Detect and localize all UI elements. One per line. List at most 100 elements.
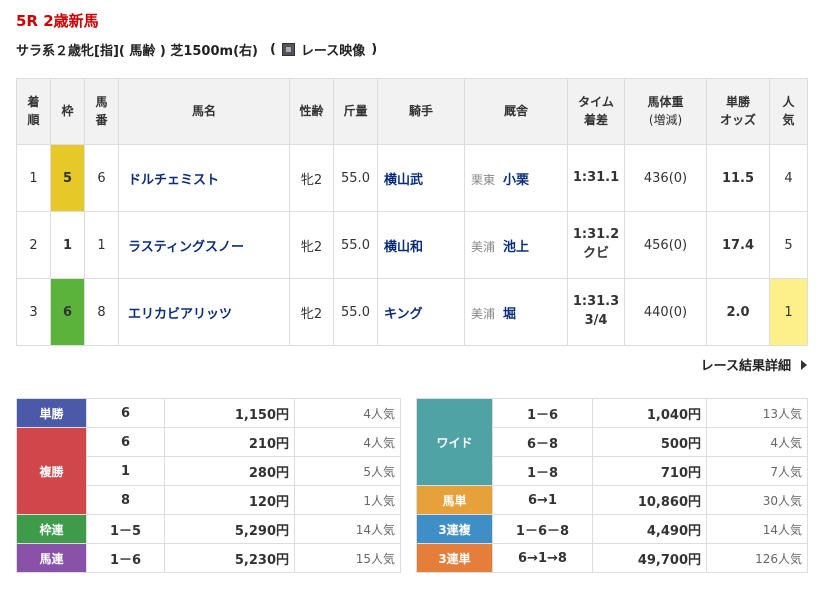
horse-name-link[interactable]: エリカビアリッツ	[128, 307, 232, 322]
payout-row: 3連複 1－6－8 4,490円 14人気	[416, 514, 808, 544]
payout-popularity: 5人気	[294, 456, 401, 486]
payout-row: ワイド 1－6 1,040円 13人気	[416, 398, 808, 486]
horse-name-cell: エリカビアリッツ	[118, 278, 290, 346]
body-weight: 436(0)	[624, 144, 707, 212]
payout-row: 単勝 6 1,150円 4人気	[16, 398, 401, 428]
payout-popularity: 4人気	[294, 427, 401, 457]
payout-row: 馬単 6→1 10,860円 30人気	[416, 485, 808, 515]
payout-popularity: 4人気	[294, 398, 401, 428]
payout-combo: 1	[86, 456, 165, 486]
body-weight: 456(0)	[624, 211, 707, 279]
payout-amount: 210円	[164, 427, 295, 457]
payout-type-wide: ワイド	[416, 398, 493, 486]
payout-type-wakuren: 枠連	[16, 514, 87, 544]
payout-popularity: 14人気	[294, 514, 401, 544]
header-sex-age: 性齢	[289, 78, 334, 145]
jockey-link[interactable]: キング	[384, 307, 423, 322]
paren-open: (	[269, 42, 276, 57]
sex-age: 牝2	[289, 278, 334, 346]
payout-amount: 710円	[592, 456, 707, 486]
payout-type-umaren: 馬連	[16, 543, 87, 573]
header-body-weight: 馬体重 (増減)	[624, 78, 707, 145]
header-umaban: 馬番	[84, 78, 119, 145]
umaban: 8	[84, 278, 119, 346]
payout-amount: 1,150円	[164, 398, 295, 428]
payout-type-sanrenpuku: 3連複	[416, 514, 493, 544]
jockey-link[interactable]: 横山和	[384, 240, 423, 255]
rank: 3	[16, 278, 51, 346]
payout-popularity: 15人気	[294, 543, 401, 573]
time-cell: 1:31.2 クビ	[567, 211, 625, 279]
header-rank: 着順	[16, 78, 51, 145]
jockey-cell: キング	[377, 278, 465, 346]
trainer-cell: 栗東 小栗	[464, 144, 568, 212]
win-odds: 17.4	[706, 211, 770, 279]
waku-badge: 5	[50, 144, 85, 212]
paren-close: )	[371, 42, 378, 57]
payout-combo: 1－6	[492, 398, 593, 428]
race-conditions-line: サラ系２歳牝[指]( 馬齢 ) 芝1500m(右) ( レース映像 )	[16, 40, 377, 59]
payout-amount: 1,040円	[592, 398, 707, 428]
payout-amount: 5,290円	[164, 514, 295, 544]
payout-amount: 5,230円	[164, 543, 295, 573]
time-cell: 1:31.3 3/4	[567, 278, 625, 346]
time-cell: 1:31.1	[567, 144, 625, 212]
payout-popularity: 7人気	[706, 456, 808, 486]
result-row: 3 6 8 エリカビアリッツ 牝2 55.0 キング 美浦堀 1:31.3 3/4…	[16, 278, 808, 346]
video-icon	[281, 43, 295, 56]
horse-name-link[interactable]: ドルチェミスト	[128, 173, 219, 188]
payout-row: 3連単 6→1→8 49,700円 126人気	[416, 543, 808, 573]
payout-table-left: 単勝 6 1,150円 4人気 複勝 6 210円 4人気 1 280円 5人気…	[16, 398, 401, 573]
payout-type-sanrentan: 3連単	[416, 543, 493, 573]
payout-combo: 6	[86, 398, 165, 428]
trainer-link[interactable]: 小栗	[503, 173, 529, 188]
finish-time: 1:31.2	[572, 227, 620, 243]
horse-name-cell: ドルチェミスト	[118, 144, 290, 212]
payout-combo: 1－5	[86, 514, 165, 544]
payout-type-tansho: 単勝	[16, 398, 87, 428]
finish-time: 1:31.1	[572, 169, 620, 185]
race-video-link[interactable]: レース映像	[281, 40, 366, 59]
payout-popularity: 1人気	[294, 485, 401, 515]
win-odds: 2.0	[706, 278, 770, 346]
finish-time: 1:31.3	[572, 294, 620, 310]
sex-age: 牝2	[289, 144, 334, 212]
trainer-link[interactable]: 池上	[503, 240, 529, 255]
payout-amount: 49,700円	[592, 543, 707, 573]
popularity: 5	[769, 211, 808, 279]
trainer-area: 美浦	[471, 239, 496, 254]
results-table: 着順 枠 馬番 馬名 性齢 斤量 騎手 厩舎 タイム 着差 馬体重 (増減) 単勝オ…	[16, 78, 808, 346]
results-header-row: 着順 枠 馬番 馬名 性齢 斤量 騎手 厩舎 タイム 着差 馬体重 (増減) 単勝オ…	[16, 78, 808, 145]
header-time: タイム 着差	[567, 78, 625, 145]
payout-popularity: 4人気	[706, 427, 808, 457]
payout-popularity: 30人気	[706, 485, 808, 515]
waku-badge: 1	[50, 211, 85, 279]
payout-row: 複勝 6 210円 4人気	[16, 427, 401, 515]
race-detail-link[interactable]: レース結果詳細	[701, 355, 807, 374]
payout-combo: 6→1→8	[492, 543, 593, 573]
umaban: 1	[84, 211, 119, 279]
jockey-link[interactable]: 横山武	[384, 173, 423, 188]
race-title: 5R 2歳新馬	[16, 12, 99, 30]
payout-combo: 6－8	[492, 427, 593, 457]
horse-name-cell: ラスティングスノー	[118, 211, 290, 279]
weight-carried: 55.0	[333, 278, 378, 346]
weight-carried: 55.0	[333, 211, 378, 279]
result-row: 2 1 1 ラスティングスノー 牝2 55.0 横山和 美浦 池上 1:31.2 ク…	[16, 211, 808, 279]
popularity: 1	[769, 278, 808, 346]
trainer-cell: 美浦 池上	[464, 211, 568, 279]
payout-combo: 1－6－8	[492, 514, 593, 544]
payout-amount: 120円	[164, 485, 295, 515]
horse-name-link[interactable]: ラスティングスノー	[128, 240, 244, 255]
trainer-link[interactable]: 堀	[503, 307, 516, 322]
jockey-cell: 横山武	[377, 144, 465, 212]
rank: 2	[16, 211, 51, 279]
race-video-label: レース映像	[300, 44, 366, 59]
chevron-right-icon	[801, 359, 807, 370]
margin: クビ	[582, 246, 609, 261]
body-weight: 440(0)	[624, 278, 707, 346]
header-trainer: 厩舎	[464, 78, 568, 145]
payout-amount: 4,490円	[592, 514, 707, 544]
rank: 1	[16, 144, 51, 212]
win-odds: 11.5	[706, 144, 770, 212]
